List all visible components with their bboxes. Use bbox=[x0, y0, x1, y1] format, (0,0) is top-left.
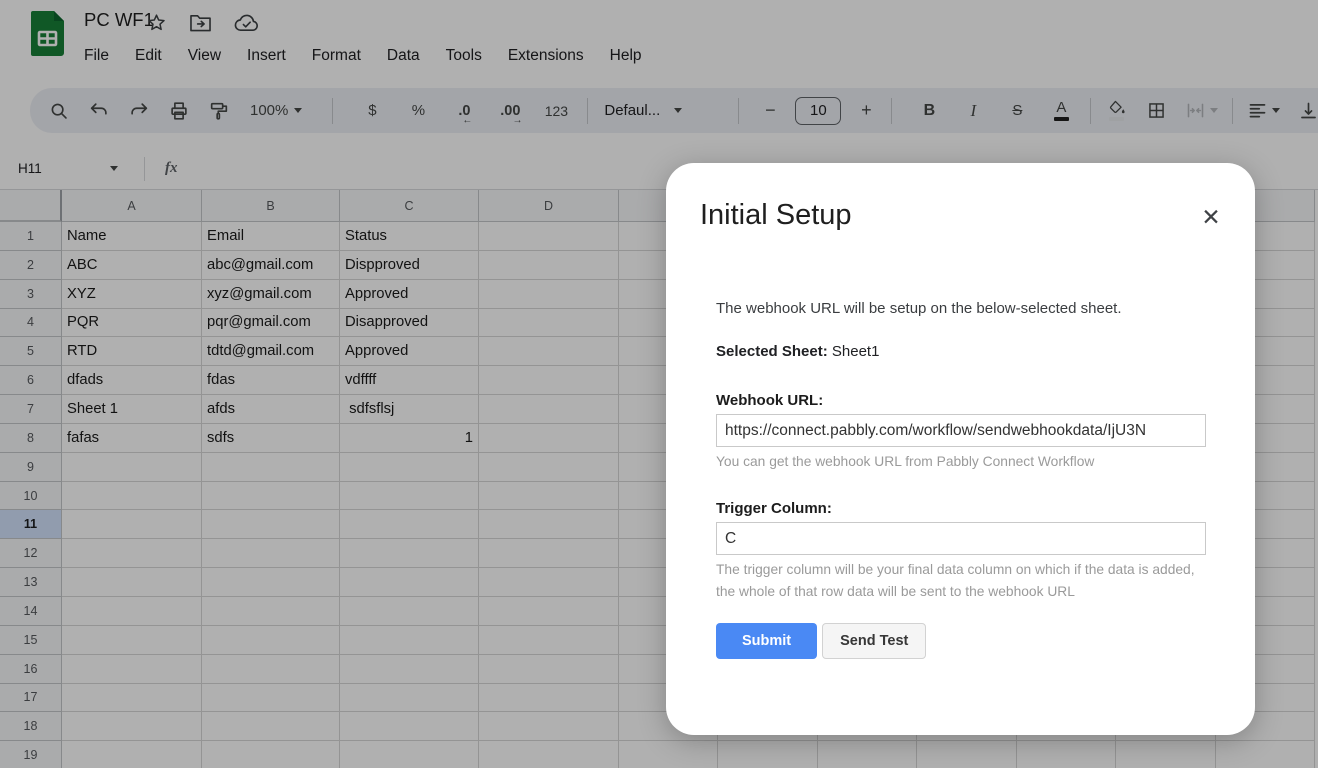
initial-setup-dialog: Initial Setup ✕ The webhook URL will be … bbox=[666, 163, 1255, 735]
intro-text: The webhook URL will be setup on the bel… bbox=[716, 300, 1122, 317]
app-window: PC WF1 File Edit View Insert Format Data… bbox=[0, 0, 1318, 768]
webhook-url-input[interactable] bbox=[716, 414, 1206, 447]
selected-sheet-label: Selected Sheet: bbox=[716, 343, 828, 360]
trigger-column-help: The trigger column will be your final da… bbox=[716, 562, 1195, 599]
dialog-body: The webhook URL will be setup on the bel… bbox=[716, 300, 1206, 659]
webhook-url-label: Webhook URL: bbox=[716, 392, 824, 409]
dialog-title: Initial Setup bbox=[700, 199, 852, 231]
webhook-url-help: You can get the webhook URL from Pabbly … bbox=[716, 454, 1095, 469]
selected-sheet-line: Selected Sheet: Sheet1 bbox=[716, 343, 1206, 360]
close-icon[interactable]: ✕ bbox=[1197, 203, 1225, 231]
trigger-column-label: Trigger Column: bbox=[716, 500, 832, 517]
submit-button[interactable]: Submit bbox=[716, 623, 818, 659]
trigger-column-input[interactable] bbox=[716, 522, 1206, 555]
send-test-button[interactable]: Send Test bbox=[822, 623, 927, 659]
selected-sheet-value: Sheet1 bbox=[831, 343, 880, 360]
dialog-buttons: Submit Send Test bbox=[716, 623, 1206, 659]
